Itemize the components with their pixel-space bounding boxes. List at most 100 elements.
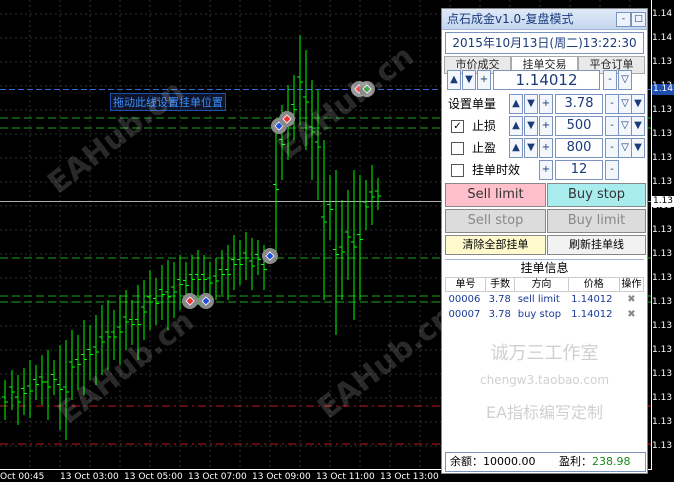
sell-limit-button[interactable]: Sell limit	[445, 183, 546, 207]
time-axis-label: Oct 00:45	[0, 472, 45, 482]
col-id: 单号	[444, 277, 487, 292]
time-axis-label: 13 Oct 09:00	[252, 472, 311, 482]
price-axis-label: 1.13	[652, 105, 673, 115]
stoploss-input[interactable]: 500	[555, 116, 603, 136]
balance-label: 余额：	[450, 455, 483, 468]
account-footer: 余额：10000.00 盈利：238.98	[445, 452, 646, 472]
price-minus-button[interactable]: -	[603, 70, 617, 90]
buy-stop-button[interactable]: Buy stop	[547, 183, 646, 207]
sl-down2-button[interactable]: ▼	[631, 116, 645, 136]
clear-all-orders-button[interactable]: 清除全部挂单	[445, 235, 546, 255]
order-direction: sell limit	[517, 294, 560, 305]
tp-minus-button[interactable]: -	[605, 138, 619, 158]
order-lots: 3.78	[488, 309, 511, 320]
price-axis-label: 1.13	[652, 417, 673, 427]
expiry-input[interactable]: 12	[555, 160, 603, 180]
lot-dropdown-button[interactable]: ▽	[618, 94, 632, 114]
time-axis-label: 13 Oct 05:00	[124, 472, 183, 482]
profit-label: 盈利：	[559, 455, 592, 468]
expiry-plus-button[interactable]: +	[539, 160, 553, 180]
panel-watermark-studio: 诚万三工作室	[490, 343, 599, 364]
time-axis-label: 13 Oct 13:00	[380, 472, 439, 482]
order-price: 1.14012	[571, 309, 613, 320]
bid-price-tag: 1.14	[652, 84, 674, 95]
lot-label: 设置单量	[448, 97, 497, 111]
tp-dropdown-button[interactable]: ▽	[618, 138, 632, 158]
tp-plus-button[interactable]: +	[539, 138, 553, 158]
table-row: 00007 3.78 buy stop 1.14012 ✖	[446, 307, 644, 322]
price-input[interactable]: 1.14012	[493, 70, 600, 90]
sell-stop-button[interactable]: Sell stop	[445, 209, 546, 233]
takeprofit-label: 止盈	[472, 141, 497, 155]
price-axis-label: 1.13	[652, 393, 673, 403]
panel-watermark-service: EA指标编写定制	[485, 403, 604, 422]
profit-value: 238.98	[592, 455, 631, 468]
delete-order-icon[interactable]: ✖	[619, 292, 643, 308]
takeprofit-checkbox[interactable]	[451, 142, 464, 155]
time-axis-label: 13 Oct 07:00	[188, 472, 247, 482]
lot-row: 设置单量 ▲ ▼ + 3.78 - ▽ ▼	[445, 94, 645, 114]
price-axis-label: 1.13	[652, 177, 673, 187]
col-direction: 方向	[514, 277, 569, 292]
time-axis-label: 13 Oct 03:00	[60, 472, 119, 482]
price-axis-label: 1.13	[652, 153, 673, 163]
price-axis-label: 1.13	[652, 441, 673, 451]
lot-down-button[interactable]: ▼	[524, 94, 538, 114]
tp-up-button[interactable]: ▲	[509, 138, 523, 158]
tp-down2-button[interactable]: ▼	[631, 138, 645, 158]
sl-plus-button[interactable]: +	[539, 116, 553, 136]
price-plus-button[interactable]: +	[477, 70, 491, 90]
lot-minus-button[interactable]: -	[605, 94, 619, 114]
sl-minus-button[interactable]: -	[605, 116, 619, 136]
stoploss-checkbox[interactable]: ✓	[451, 120, 464, 133]
panel-watermark-url: chengw3.taobao.com	[479, 373, 610, 387]
takeprofit-input[interactable]: 800	[555, 138, 603, 158]
delete-order-icon[interactable]: ✖	[619, 307, 643, 322]
price-axis-label: 1.13	[652, 321, 673, 331]
orders-table: 单号 手数 方向 价格 操作 00006 3.78 sell limit 1.1…	[444, 277, 645, 322]
price-row: ▲ ▼ + 1.14012 - ▽	[445, 70, 645, 90]
balance-value: 10000.00	[483, 455, 536, 468]
price-up-button[interactable]: ▲	[447, 70, 461, 90]
sl-down-button[interactable]: ▼	[524, 116, 538, 136]
col-price: 价格	[567, 277, 620, 292]
buy-limit-button[interactable]: Buy limit	[547, 209, 646, 233]
last-price-tag: 1.13	[652, 196, 674, 207]
drag-line-hint[interactable]: 拖动此线设置挂单位置	[110, 93, 226, 111]
minimize-button[interactable]: -	[616, 12, 631, 27]
lot-plus-button[interactable]: +	[539, 94, 553, 114]
orders-header-row: 单号 手数 方向 价格 操作	[444, 277, 645, 292]
price-axis-label: 1.14	[652, 9, 673, 19]
col-action: 操作	[618, 277, 645, 292]
refresh-order-lines-button[interactable]: 刷新挂单线	[547, 235, 646, 255]
time-axis-label: 13 Oct 11:00	[316, 472, 375, 482]
orders-section-title: 挂单信息	[445, 259, 644, 277]
price-axis-label: 1.13	[652, 225, 673, 235]
price-dropdown-button[interactable]: ▽	[618, 70, 632, 90]
expiry-minus-button[interactable]: -	[605, 160, 619, 180]
order-id: 00007	[448, 309, 481, 320]
order-id: 00006	[448, 294, 481, 305]
col-lots: 手数	[485, 277, 516, 292]
sl-dropdown-button[interactable]: ▽	[618, 116, 632, 136]
price-down-button[interactable]: ▼	[462, 70, 476, 90]
tp-down-button[interactable]: ▼	[524, 138, 538, 158]
expiry-checkbox[interactable]	[451, 164, 464, 177]
price-axis-label: 1.13	[652, 129, 673, 139]
order-lots: 3.78	[488, 294, 511, 305]
takeprofit-row: 止盈 ▲ ▼ + 800 - ▽ ▼	[445, 138, 645, 158]
sl-up-button[interactable]: ▲	[509, 116, 523, 136]
lot-down2-button[interactable]: ▼	[631, 94, 645, 114]
price-axis-label: 1.13	[652, 345, 673, 355]
panel-title: 点石成金v1.0-复盘模式	[447, 12, 574, 26]
lot-input[interactable]: 3.78	[555, 94, 603, 114]
stoploss-row: ✓ 止损 ▲ ▼ + 500 - ▽ ▼	[445, 116, 645, 136]
lot-up-button[interactable]: ▲	[509, 94, 523, 114]
price-axis-label: 1.13	[652, 249, 673, 259]
stoploss-label: 止损	[472, 119, 497, 133]
datetime-display: 2015年10月13日(周二)13:22:30	[445, 32, 644, 54]
order-price: 1.14012	[571, 294, 613, 305]
expiry-label: 挂单时效	[472, 163, 521, 177]
expiry-row: 挂单时效 + 12 -	[445, 160, 645, 180]
maximize-button[interactable]: □	[631, 12, 646, 27]
